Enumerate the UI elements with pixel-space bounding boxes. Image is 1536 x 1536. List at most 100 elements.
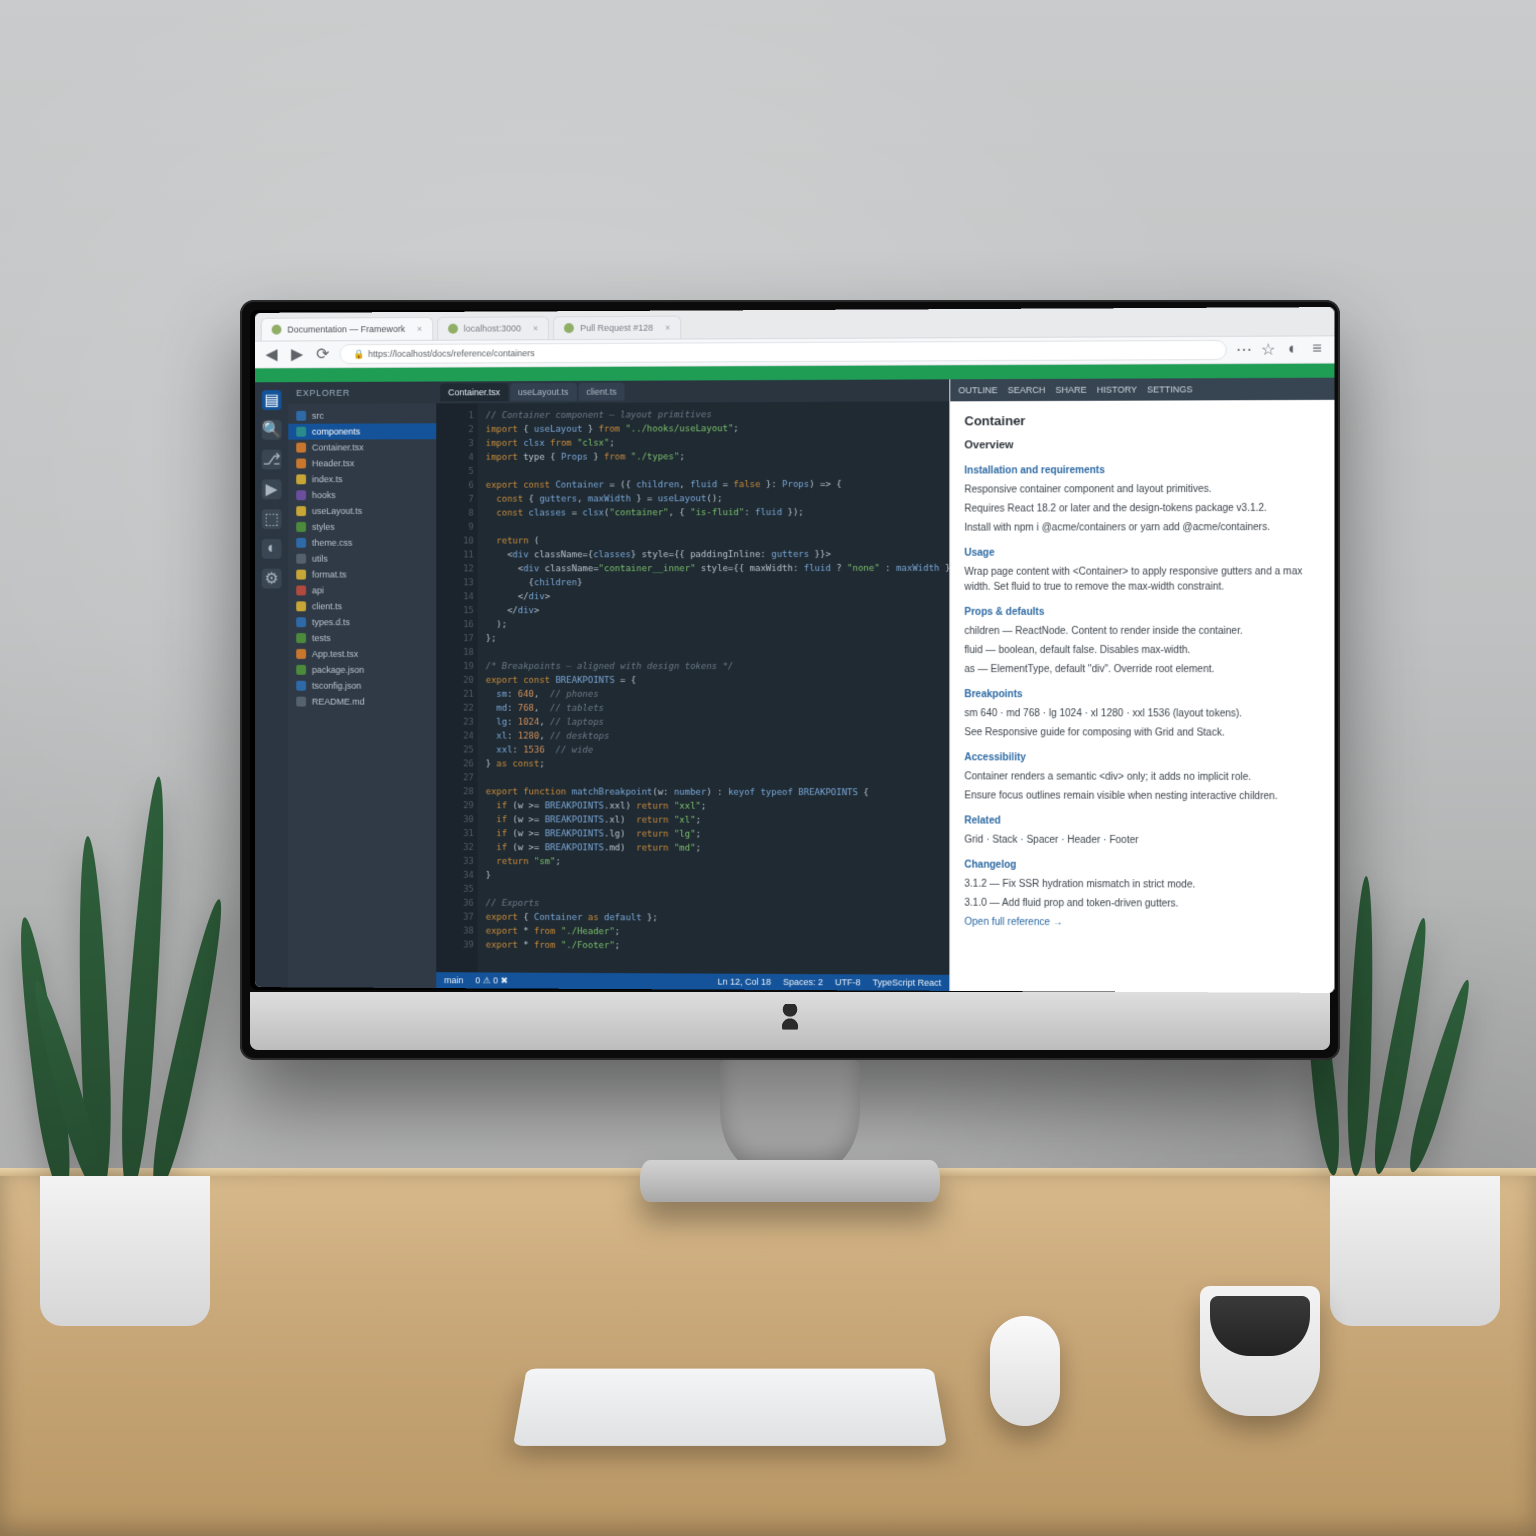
tree-item-label: src xyxy=(312,411,324,421)
tree-item-types-d-ts[interactable]: types.d.ts xyxy=(288,614,436,630)
tree-item-tests[interactable]: tests xyxy=(288,630,436,646)
tree-item-api[interactable]: api xyxy=(288,582,436,598)
activity-bar: ▤ 🔍 ⎇ ▶ ⬚ ◐ ⚙ xyxy=(255,382,288,987)
tree-item-header-tsx[interactable]: Header.tsx xyxy=(288,455,436,471)
editor-tab-2[interactable]: client.ts xyxy=(578,383,624,401)
tree-item-styles[interactable]: styles xyxy=(288,519,436,535)
doc-section-install: Installation and requirements xyxy=(964,462,1320,478)
tree-item-hooks[interactable]: hooks xyxy=(288,487,436,503)
doc-tool-search[interactable]: SEARCH xyxy=(1008,385,1046,395)
doc-p5: fluid — boolean, default false. Disables… xyxy=(964,643,1320,658)
doc-link-full-reference[interactable]: Open full reference → xyxy=(964,917,1062,928)
tree-item-utils[interactable]: utils xyxy=(288,551,436,567)
tree-item-format-ts[interactable]: format.ts xyxy=(288,566,436,582)
doc-p13: 3.1.0 — Add fluid prop and token-driven … xyxy=(964,896,1320,913)
doc-tool-history[interactable]: HISTORY xyxy=(1097,385,1137,395)
tree-item-uselayout-ts[interactable]: useLayout.ts xyxy=(288,503,436,519)
line-gutter: 1234567891011121314151617181920212223242… xyxy=(436,403,478,972)
menu-button[interactable]: ≡ xyxy=(1308,340,1326,358)
code-pane: Container.tsxuseLayout.tsclient.ts 12345… xyxy=(436,379,949,991)
tree-item-components[interactable]: components xyxy=(288,423,436,439)
editor-tab-1[interactable]: useLayout.ts xyxy=(510,383,576,401)
tree-item-index-ts[interactable]: index.ts xyxy=(288,471,436,487)
doc-heading-usage: Usage xyxy=(964,545,1320,561)
tree-item-client-ts[interactable]: client.ts xyxy=(288,598,436,614)
tree-item-label: client.ts xyxy=(312,601,342,611)
status-bar: main 0 ⚠ 0 ✖ Ln 12, Col 18 Spaces: 2 UTF… xyxy=(436,972,949,991)
activity-extensions-icon[interactable]: ⬚ xyxy=(262,509,282,529)
close-icon[interactable]: × xyxy=(417,318,422,340)
status-language[interactable]: TypeScript React xyxy=(873,977,942,987)
file-color-icon xyxy=(296,554,306,564)
close-icon[interactable]: × xyxy=(665,317,670,339)
back-button[interactable]: ◀ xyxy=(263,345,281,363)
browser-tab-2[interactable]: Pull Request #128 × xyxy=(553,316,681,340)
forward-button[interactable]: ▶ xyxy=(288,345,306,363)
activity-source-control-icon[interactable]: ⎇ xyxy=(262,450,282,470)
tree-item-package-json[interactable]: package.json xyxy=(288,662,436,678)
file-color-icon xyxy=(296,697,306,707)
editor-tab-0[interactable]: Container.tsx xyxy=(440,383,508,401)
tree-item-theme-css[interactable]: theme.css xyxy=(288,535,436,551)
tab-label: Pull Request #128 xyxy=(580,317,653,339)
doc-tool-outline[interactable]: OUTLINE xyxy=(958,385,997,395)
status-position[interactable]: Ln 12, Col 18 xyxy=(718,977,771,987)
activity-search-icon[interactable]: 🔍 xyxy=(262,420,282,440)
tree-item-label: App.test.tsx xyxy=(312,649,358,659)
screen: Documentation — Framework×localhost:3000… xyxy=(255,307,1334,993)
tree-item-readme-md[interactable]: README.md xyxy=(288,694,436,710)
tree-item-label: Header.tsx xyxy=(312,458,354,468)
reload-button[interactable]: ⟳ xyxy=(314,345,332,363)
bookmark-button[interactable]: ☆ xyxy=(1259,341,1277,359)
activity-settings-icon[interactable]: ⚙ xyxy=(262,569,282,589)
file-color-icon xyxy=(296,411,306,421)
file-color-icon xyxy=(296,458,306,468)
file-color-icon xyxy=(296,538,306,548)
status-spaces[interactable]: Spaces: 2 xyxy=(783,977,823,987)
code-lines[interactable]: // Container component — layout primitiv… xyxy=(478,401,950,974)
tree-item-tsconfig-json[interactable]: tsconfig.json xyxy=(288,678,436,694)
mouse xyxy=(990,1316,1060,1426)
monitor: Documentation — Framework×localhost:3000… xyxy=(240,300,1340,1060)
doc-heading-related: Related xyxy=(964,813,1320,829)
doc-p6: as — ElementType, default "div". Overrid… xyxy=(964,662,1320,677)
monitor-chin xyxy=(250,992,1330,1050)
account-button[interactable]: ◐ xyxy=(1284,341,1302,359)
status-branch[interactable]: main xyxy=(444,975,463,985)
explorer-sidebar: EXPLORER srccomponentsContainer.tsxHeade… xyxy=(288,382,436,989)
activity-accounts-icon[interactable]: ◐ xyxy=(262,539,282,559)
tree-item-label: README.md xyxy=(312,697,365,707)
doc-body[interactable]: Container Overview Installation and requ… xyxy=(950,400,1334,993)
doc-tool-share[interactable]: SHARE xyxy=(1055,385,1086,395)
status-encoding[interactable]: UTF-8 xyxy=(835,977,861,987)
file-color-icon xyxy=(296,601,306,611)
file-color-icon xyxy=(296,443,306,453)
code-area[interactable]: 1234567891011121314151617181920212223242… xyxy=(436,401,949,974)
apple-logo-icon xyxy=(779,1004,801,1030)
activity-debug-icon[interactable]: ▶ xyxy=(262,479,282,499)
doc-p1: Requires React 18.2 or later and the des… xyxy=(964,501,1320,517)
tree-item-label: Container.tsx xyxy=(312,442,364,452)
tree-item-src[interactable]: src xyxy=(288,407,436,423)
editor-center: Container.tsxuseLayout.tsclient.ts 12345… xyxy=(436,378,1334,993)
status-problems[interactable]: 0 ⚠ 0 ✖ xyxy=(475,975,508,986)
tree-item-label: utils xyxy=(312,554,328,564)
file-color-icon xyxy=(296,427,306,437)
tree-item-label: format.ts xyxy=(312,570,346,580)
browser-tab-1[interactable]: localhost:3000 × xyxy=(437,316,549,339)
browser-tab-0[interactable]: Documentation — Framework× xyxy=(261,317,433,341)
activity-files-icon[interactable]: ▤ xyxy=(262,390,282,410)
tab-label: localhost:3000 xyxy=(464,317,521,339)
tree-item-container-tsx[interactable]: Container.tsx xyxy=(288,439,436,455)
tree-item-app-test-tsx[interactable]: App.test.tsx xyxy=(288,646,436,662)
pot-right xyxy=(1330,1176,1500,1326)
file-color-icon xyxy=(296,474,306,484)
close-icon[interactable]: × xyxy=(533,317,538,339)
doc-heading-breakpoints: Breakpoints xyxy=(964,687,1320,702)
doc-title: Container xyxy=(964,412,1320,428)
doc-p4: children — ReactNode. Content to render … xyxy=(964,624,1320,639)
address-input[interactable]: 🔒https://localhost/docs/reference/contai… xyxy=(340,340,1227,364)
tree-item-label: api xyxy=(312,585,324,595)
doc-tool-settings[interactable]: SETTINGS xyxy=(1147,384,1193,394)
extensions-button[interactable]: ⋯ xyxy=(1235,341,1253,359)
